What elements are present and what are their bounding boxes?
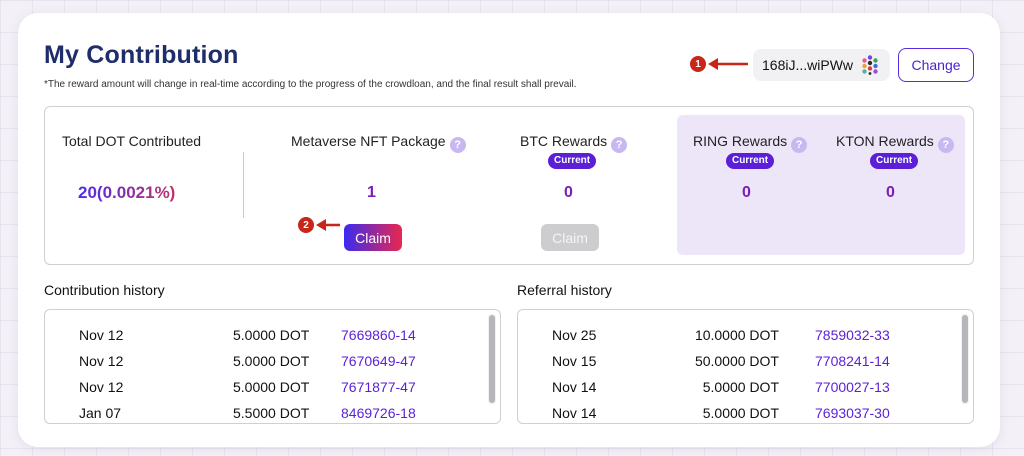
history-hash-link[interactable]: 7859032-33 (815, 327, 890, 343)
page-title: My Contribution (44, 41, 239, 69)
history-hash-link[interactable]: 8469726-18 (341, 405, 416, 421)
claim-nft-button[interactable]: Claim (344, 224, 402, 251)
history-date: Nov 12 (79, 353, 124, 369)
history-amount: 5.5000 DOT (233, 405, 310, 421)
arrow-left-icon (708, 58, 748, 70)
list-item: Jan 07 5.5000 DOT 8469726-18 (45, 405, 500, 423)
history-hash-link[interactable]: 7693037-30 (815, 405, 890, 421)
history-date: Nov 15 (552, 353, 597, 369)
help-icon[interactable]: ? (449, 137, 466, 153)
list-item: Nov 25 10.0000 DOT 7859032-33 (518, 327, 973, 353)
history-hash-link[interactable]: 7700027-13 (815, 379, 890, 395)
ring-rewards-label: RING Rewards? (693, 133, 808, 153)
reward-disclaimer: *The reward amount will change in real-t… (44, 79, 577, 90)
annotation-marker-2: 2 (298, 217, 314, 233)
total-dot-value: 20(0.0021%) (78, 183, 176, 202)
kton-rewards-label: KTON Rewards? (836, 133, 954, 153)
history-amount: 5.0000 DOT (233, 379, 310, 395)
history-amount: 50.0000 DOT (694, 353, 779, 369)
wallet-address[interactable]: 168iJ...wiPWw (753, 49, 890, 81)
total-dot-label: Total DOT Contributed (62, 133, 202, 149)
kton-current-badge: Current (870, 153, 919, 169)
list-item: Nov 15 50.0000 DOT 7708241-14 (518, 353, 973, 379)
contribution-history-list[interactable]: Nov 12 5.0000 DOT 7669860-14 Nov 12 5.00… (44, 309, 501, 424)
list-item: Nov 12 5.0000 DOT 7669860-14 (45, 327, 500, 353)
contribution-card: My Contribution *The reward amount will … (18, 13, 1000, 447)
ring-rewards-value: 0 (742, 184, 751, 201)
history-date: Nov 14 (552, 379, 597, 395)
polkadot-identicon (862, 55, 878, 75)
contribution-history-title: Contribution history (44, 282, 165, 298)
annotation-marker-1: 1 (690, 56, 706, 72)
change-button[interactable]: Change (898, 48, 974, 82)
scrollbar-thumb[interactable] (962, 315, 968, 403)
history-date: Nov 25 (552, 327, 597, 343)
wallet-address-text: 168iJ...wiPWw (762, 57, 854, 73)
history-hash-link[interactable]: 7669860-14 (341, 327, 416, 343)
nft-package-label: Metaverse NFT Package? (291, 133, 466, 153)
help-icon[interactable]: ? (791, 137, 808, 153)
history-amount: 10.0000 DOT (694, 327, 779, 343)
scrollbar-thumb[interactable] (489, 315, 495, 403)
stats-panel: Total DOT Contributed 20(0.0021%) Metave… (44, 106, 974, 265)
help-icon[interactable]: ? (937, 137, 954, 153)
arrow-left-icon (316, 219, 340, 231)
history-amount: 5.0000 DOT (233, 327, 310, 343)
kton-rewards-value: 0 (886, 184, 895, 201)
history-hash-link[interactable]: 7708241-14 (815, 353, 890, 369)
list-item: Nov 12 5.0000 DOT 7671877-47 (45, 379, 500, 405)
history-amount: 5.0000 DOT (233, 353, 310, 369)
stats-divider (243, 152, 244, 218)
referral-history-list[interactable]: Nov 25 10.0000 DOT 7859032-33 Nov 15 50.… (517, 309, 974, 424)
btc-rewards-label: BTC Rewards? (520, 133, 628, 153)
referral-history-title: Referral history (517, 282, 612, 298)
history-date: Nov 12 (79, 379, 124, 395)
history-date: Jan 07 (79, 405, 122, 421)
btc-rewards-value: 0 (564, 184, 573, 201)
scrollbar[interactable] (961, 314, 969, 404)
list-item: Nov 14 5.0000 DOT 7700027-13 (518, 379, 973, 405)
list-item: Nov 14 5.0000 DOT 7693037-30 (518, 405, 973, 423)
history-date: Nov 12 (79, 327, 124, 343)
ring-current-badge: Current (726, 153, 775, 169)
history-amount: 5.0000 DOT (702, 405, 779, 421)
history-date: Nov 14 (552, 405, 597, 421)
history-hash-link[interactable]: 7670649-47 (341, 353, 416, 369)
help-icon[interactable]: ? (611, 137, 628, 153)
history-amount: 5.0000 DOT (702, 379, 779, 395)
btc-current-badge: Current (548, 153, 597, 169)
history-hash-link[interactable]: 7671877-47 (341, 379, 416, 395)
nft-package-value: 1 (367, 184, 376, 201)
scrollbar[interactable] (488, 314, 496, 404)
list-item: Nov 12 5.0000 DOT 7670649-47 (45, 353, 500, 379)
claim-btc-button[interactable]: Claim (541, 224, 599, 251)
